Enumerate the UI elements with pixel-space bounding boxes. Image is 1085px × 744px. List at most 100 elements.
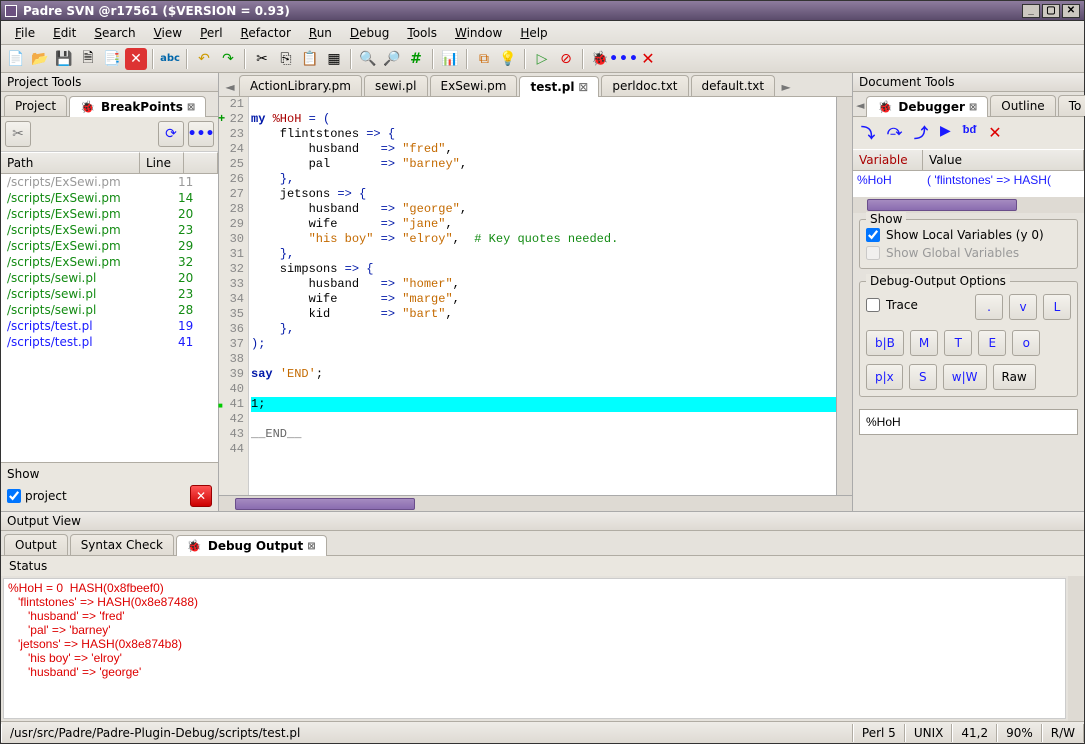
debug-btn-wW[interactable]: w|W: [943, 364, 987, 390]
open-example-icon[interactable]: 📑: [101, 48, 123, 70]
bookmark-icon[interactable]: ⧉: [473, 48, 495, 70]
col-path[interactable]: Path: [1, 152, 140, 173]
breakpoints-list[interactable]: /scripts/ExSewi.pm11/scripts/ExSewi.pm14…: [1, 174, 218, 462]
output-tab-debug-output[interactable]: 🐞 Debug Output ⊠: [176, 535, 327, 556]
select-all-icon[interactable]: ▦: [323, 48, 345, 70]
menu-run[interactable]: Run: [301, 24, 340, 42]
tab-project[interactable]: Project: [4, 95, 67, 116]
menu-perl[interactable]: Perl: [192, 24, 230, 42]
run-icon[interactable]: ▷: [531, 48, 553, 70]
code-area[interactable]: my %HoH = ( flintstones => { husband => …: [249, 97, 836, 495]
debug-btn-Raw[interactable]: Raw: [993, 364, 1036, 390]
breakpoint-row[interactable]: /scripts/ExSewi.pm29: [1, 238, 218, 254]
step-in-icon[interactable]: ⤵: [861, 123, 875, 143]
debug-btn-[interactable]: .: [975, 294, 1003, 320]
spellcheck-icon[interactable]: abc: [159, 48, 181, 70]
doc-stats-icon[interactable]: 📊: [439, 48, 461, 70]
file-tab-test-pl[interactable]: test.pl ⊠: [519, 76, 599, 97]
close-icon[interactable]: ⊠: [307, 541, 315, 552]
scrollbar-thumb[interactable]: [235, 498, 415, 510]
quit-debug-icon[interactable]: ✕: [988, 123, 1001, 143]
debug-btn-px[interactable]: p|x: [866, 364, 903, 390]
editor-vscrollbar[interactable]: [836, 97, 852, 495]
show-value-icon[interactable]: ᵬᵭ: [963, 123, 976, 143]
breakpoint-row[interactable]: /scripts/ExSewi.pm32: [1, 254, 218, 270]
menu-edit[interactable]: Edit: [45, 24, 84, 42]
output-tab-syntax-check[interactable]: Syntax Check: [70, 534, 174, 555]
tabs-right-arrow[interactable]: ►: [777, 78, 795, 96]
menu-tools[interactable]: Tools: [399, 24, 445, 42]
file-tab-ExSewi-pm[interactable]: ExSewi.pm: [430, 75, 518, 96]
debug-dots-icon[interactable]: •••: [613, 48, 635, 70]
debug-btn-T[interactable]: T: [944, 330, 972, 356]
debug-btn-v[interactable]: v: [1009, 294, 1037, 320]
debug-expression-input[interactable]: [859, 409, 1078, 435]
run-icon[interactable]: ▶: [940, 123, 951, 143]
menu-search[interactable]: Search: [86, 24, 143, 42]
menu-window[interactable]: Window: [447, 24, 510, 42]
tab-debugger[interactable]: 🐞 Debugger ⊠: [866, 96, 988, 117]
debug-btn-o[interactable]: o: [1012, 330, 1040, 356]
stop-icon[interactable]: ⊘: [555, 48, 577, 70]
tab-outline[interactable]: Outline: [990, 95, 1055, 116]
col-value[interactable]: Value: [923, 150, 1084, 170]
debug-btn-bB[interactable]: b|B: [866, 330, 904, 356]
save-as-icon[interactable]: 🗎: [77, 48, 99, 70]
show-local-row[interactable]: Show Local Variables (y 0): [866, 226, 1071, 244]
debug-btn-L[interactable]: L: [1043, 294, 1071, 320]
close-button[interactable]: ✕: [1062, 4, 1080, 18]
save-icon[interactable]: 💾: [53, 48, 75, 70]
file-tab-ActionLibrary-pm[interactable]: ActionLibrary.pm: [239, 75, 362, 96]
menu-view[interactable]: View: [146, 24, 190, 42]
tabs-left-arrow[interactable]: ◄: [221, 78, 239, 96]
close-icon[interactable]: ⊠: [574, 80, 588, 94]
comment-icon[interactable]: #: [405, 48, 427, 70]
debug-btn-M[interactable]: M: [910, 330, 938, 356]
breakpoint-row[interactable]: /scripts/ExSewi.pm11: [1, 174, 218, 190]
breakpoint-row[interactable]: /scripts/ExSewi.pm20: [1, 206, 218, 222]
col-variable[interactable]: Variable: [853, 150, 923, 170]
output-tab-output[interactable]: Output: [4, 534, 68, 555]
tab-extra[interactable]: To: [1058, 95, 1085, 116]
debug-btn-E[interactable]: E: [978, 330, 1006, 356]
breakpoint-row[interactable]: /scripts/test.pl19: [1, 318, 218, 334]
step-over-icon[interactable]: ⤼: [887, 123, 902, 143]
debug-output-text[interactable]: %HoH = 0 HASH(0x8fbeef0) 'flintstones' =…: [3, 578, 1066, 719]
breakpoint-row[interactable]: /scripts/ExSewi.pm23: [1, 222, 218, 238]
col-line[interactable]: Line: [140, 152, 184, 173]
refresh-button[interactable]: ⟳: [158, 121, 184, 147]
trace-checkbox[interactable]: [866, 298, 880, 312]
replace-icon[interactable]: 🔎: [381, 48, 403, 70]
panel-close-button[interactable]: ✕: [190, 485, 212, 507]
file-tab-perldoc-txt[interactable]: perldoc.txt: [601, 75, 688, 96]
variables-hscrollbar[interactable]: [853, 197, 1084, 213]
close-icon[interactable]: ⊠: [187, 102, 195, 113]
col-extra[interactable]: [184, 152, 218, 173]
dots-button[interactable]: •••: [188, 121, 214, 147]
trace-row[interactable]: Trace .vL: [866, 288, 1071, 322]
breakpoint-row[interactable]: /scripts/sewi.pl20: [1, 270, 218, 286]
breakpoint-row[interactable]: /scripts/sewi.pl28: [1, 302, 218, 318]
find-icon[interactable]: 🔍: [357, 48, 379, 70]
scrollbar-thumb[interactable]: [867, 199, 1017, 211]
maximize-button[interactable]: ▢: [1042, 4, 1060, 18]
tabs-left-arrow[interactable]: ◄: [856, 95, 864, 116]
editor-hscrollbar[interactable]: [219, 495, 852, 511]
debug-quit-icon[interactable]: ✕: [637, 48, 659, 70]
variable-row[interactable]: %HoH ( 'flintstones' => HASH(: [853, 171, 1084, 197]
undo-icon[interactable]: ↶: [193, 48, 215, 70]
paste-icon[interactable]: 📋: [299, 48, 321, 70]
debug-icon[interactable]: 🐞: [589, 48, 611, 70]
editor[interactable]: 2122232425262728293031323334353637383940…: [219, 97, 852, 495]
cut-icon[interactable]: ✂: [251, 48, 273, 70]
step-out-icon[interactable]: ⤴: [914, 123, 928, 143]
breakpoint-row[interactable]: /scripts/ExSewi.pm14: [1, 190, 218, 206]
file-tab-default-txt[interactable]: default.txt: [691, 75, 776, 96]
redo-icon[interactable]: ↷: [217, 48, 239, 70]
open-folder-icon[interactable]: 📂: [29, 48, 51, 70]
output-vscrollbar[interactable]: [1068, 576, 1084, 721]
close-file-icon[interactable]: ✕: [125, 48, 147, 70]
menu-debug[interactable]: Debug: [342, 24, 397, 42]
file-tab-sewi-pl[interactable]: sewi.pl: [364, 75, 428, 96]
menu-help[interactable]: Help: [512, 24, 555, 42]
